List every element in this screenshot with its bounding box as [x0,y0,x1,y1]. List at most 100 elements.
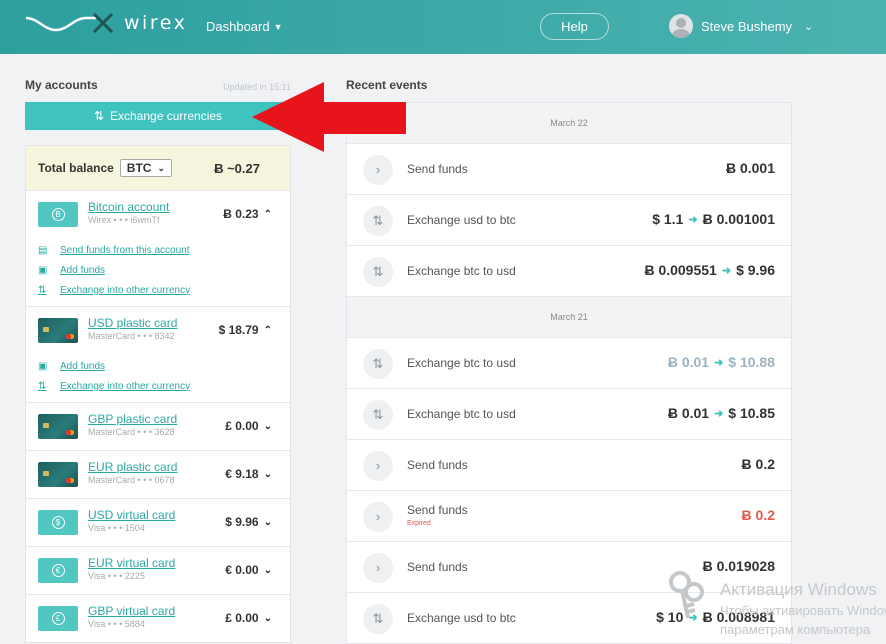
brand-name: wirex [124,12,188,34]
amount-from: Ƀ 0.01 [667,405,710,421]
account-balance[interactable]: £ 0.00 ⌄ [225,419,272,433]
user-menu[interactable]: Steve Bushemy ⌄ [669,14,813,38]
accounts-panel: Total balance BTC ⌄ Ƀ ~0.27 B Bitcoin ac… [25,145,291,643]
event-row[interactable]: ⇅ Exchange usd to btc $ 1.1 ➜ Ƀ 0.001001 [347,194,791,245]
amount-from: Ƀ 0.01 [667,354,710,370]
account-row-bitcoin[interactable]: B Bitcoin account Wirex • • • i6wmTf Ƀ 0… [26,190,290,238]
account-number: Wirex • • • i6wmTf [88,215,160,225]
exchange-icon: ⇅ [38,380,47,392]
total-balance-label: Total balance [38,161,114,175]
amount-to: $ 10.88 [728,354,775,370]
add-funds-link[interactable]: ▣ Add funds [38,356,290,376]
account-name[interactable]: USD plastic card [88,316,177,330]
user-name: Steve Bushemy [701,18,793,34]
exchange-label: Exchange into other currency [60,380,191,392]
add-funds-link[interactable]: ▣ Add funds [38,260,290,280]
account-balance[interactable]: $ 18.79 ⌃ [219,323,272,337]
dashboard-label: Dashboard [206,19,270,34]
amount-from: $ 1.1 [652,211,684,227]
bitcoin-account-icon: B [38,202,78,227]
event-amount: Ƀ 0.009551 ➜ $ 9.96 [644,262,775,278]
account-balance[interactable]: € 9.18 ⌄ [225,467,272,481]
account-name[interactable]: Bitcoin account [88,200,169,214]
amount-from: Ƀ 0.2 [741,507,775,523]
account-number: Visa • • • 2225 [88,571,145,581]
event-label: Send funds [407,560,468,574]
wallet-icon: ▣ [38,360,48,372]
event-row[interactable]: ⇅ Exchange btc to usd Ƀ 0.009551 ➜ $ 9.96 [347,245,791,296]
send-funds-link[interactable]: ▤ Send funds from this account [38,240,290,260]
help-button[interactable]: Help [540,13,609,40]
wallet-icon: ▣ [38,264,48,276]
event-amount: Ƀ 0.01 ➜ $ 10.88 [668,354,775,370]
account-name[interactable]: GBP plastic card [88,412,177,426]
event-amount: Ƀ 0.019028 [703,558,775,574]
chevron-down-icon: ⌄ [804,20,814,33]
event-label: Send funds [407,503,468,517]
total-balance-row: Total balance BTC ⌄ Ƀ ~0.27 [26,146,290,190]
date-header: March 21 [347,296,791,337]
exchange-icon: ⇅ [363,206,393,236]
chevron-up-icon: ⌃ [263,208,272,220]
add-funds-label: Add funds [60,264,106,276]
account-number: MasterCard • • • 0678 [88,475,175,485]
account-row-usd-plastic[interactable]: USD plastic card MasterCard • • • 8342 $… [26,306,290,354]
event-row[interactable]: ⇅ Exchange btc to usd Ƀ 0.01 ➜ $ 10.88 [347,337,791,388]
account-balance[interactable]: £ 0.00 ⌄ [225,611,272,625]
arrow-right-icon: ➜ [714,356,724,369]
balance-value: $ 18.79 [218,323,259,337]
event-row[interactable]: › Send funds Ƀ 0.001 [347,143,791,194]
wave-logo-icon [25,12,114,34]
send-funds-label: Send funds from this account [60,244,190,256]
currency-select[interactable]: BTC ⌄ [119,159,173,177]
balance-value: Ƀ 0.23 [223,207,259,221]
account-number: Visa • • • 5884 [88,619,145,629]
red-arrow-annotation [252,82,406,152]
wirex-logo[interactable]: wirex [24,12,187,34]
account-name[interactable]: GBP virtual card [88,604,175,618]
chevron-down-icon: ⌄ [263,420,272,432]
account-name[interactable]: EUR virtual card [88,556,175,570]
account-name[interactable]: USD virtual card [88,508,175,522]
event-amount: Ƀ 0.01 ➜ $ 10.85 [668,405,775,421]
balance-value: $ 9.96 [225,515,259,529]
event-row[interactable]: ⇅ Exchange btc to usd Ƀ 0.01 ➜ $ 10.85 [347,388,791,439]
events-title: Recent events [346,78,428,92]
chevron-up-icon: ⌃ [263,324,272,336]
account-balance[interactable]: $ 9.96 ⌄ [225,515,272,529]
account-row-eur-plastic[interactable]: EUR plastic card MasterCard • • • 0678 €… [26,450,290,498]
event-amount: Ƀ 0.2 [742,507,775,523]
events-list: March 22 › Send funds Ƀ 0.001 ⇅ Exchange… [346,102,792,644]
account-row-gbp-virtual[interactable]: £ GBP virtual card Visa • • • 5884 £ 0.0… [26,594,290,642]
exchange-icon: ⇅ [363,349,393,379]
exchange-icon: ⇅ [363,604,393,634]
arrow-right-icon: ➜ [714,407,724,420]
account-name[interactable]: EUR plastic card [88,460,177,474]
add-funds-label: Add funds [60,360,106,372]
account-balance[interactable]: Ƀ 0.23 ⌃ [223,207,272,221]
key-icon [669,571,704,619]
amount-to: Ƀ 0.001001 [702,211,775,227]
amount-from: Ƀ 0.001 [725,160,775,176]
chevron-down-icon: ⌄ [263,612,272,624]
event-row[interactable]: › Send funds Expired Ƀ 0.2 [347,490,791,541]
balance-value: € 9.18 [225,467,259,481]
plastic-card-icon [38,414,78,439]
event-row[interactable]: › Send funds Ƀ 0.2 [347,439,791,490]
exchange-link[interactable]: ⇅ Exchange into other currency [38,376,290,396]
event-label: Send funds [407,458,468,472]
top-bar: wirex Dashboard ▼ Help Steve Bushemy ⌄ [0,0,886,54]
dashboard-menu[interactable]: Dashboard ▼ [206,19,283,34]
event-label: Exchange btc to usd [407,407,516,421]
plastic-card-icon [38,318,78,343]
date-header: March 22 [347,103,791,143]
event-amount: Ƀ 0.001 [726,160,775,176]
exchange-icon: ⇅ [363,257,393,287]
exchange-link[interactable]: ⇅ Exchange into other currency [38,280,290,300]
event-label: Send funds [407,162,468,176]
account-balance[interactable]: € 0.00 ⌄ [225,563,272,577]
amount-from: Ƀ 0.2 [741,456,775,472]
account-row-eur-virtual[interactable]: € EUR virtual card Visa • • • 2225 € 0.0… [26,546,290,594]
account-row-usd-virtual[interactable]: $ USD virtual card Visa • • • 1504 $ 9.9… [26,498,290,546]
account-row-gbp-plastic[interactable]: GBP plastic card MasterCard • • • 3628 £… [26,402,290,450]
